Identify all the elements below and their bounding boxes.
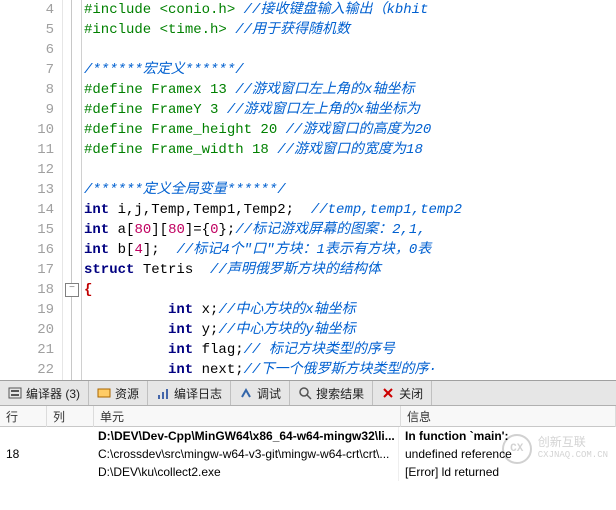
- header-unit[interactable]: 单元: [94, 406, 401, 427]
- code-line[interactable]: #include <time.h> //用于获得随机数: [84, 20, 616, 40]
- table-row[interactable]: 18C:\crossdev\src\mingw-w64-v3-git\mingw…: [0, 445, 616, 463]
- code-line[interactable]: int flag;// 标记方块类型的序号: [84, 340, 616, 360]
- code-line[interactable]: int next;//下一个俄罗斯方块类型的序·: [84, 360, 616, 380]
- tab-debug[interactable]: 调试: [231, 381, 290, 405]
- panel-rows[interactable]: D:\DEV\Dev-Cpp\MinGW64\x86_64-w64-mingw3…: [0, 427, 616, 510]
- header-line[interactable]: 行: [0, 406, 47, 427]
- debug-icon: [239, 386, 253, 400]
- code-line[interactable]: int b[4]; //标记4个"口"方块：1表示有方块，0表: [84, 240, 616, 260]
- code-area[interactable]: #include <conio.h> //接收键盘输入输出（kbhit#incl…: [82, 0, 616, 380]
- code-line[interactable]: /******宏定义******/: [84, 60, 616, 80]
- table-row[interactable]: D:\DEV\Dev-Cpp\MinGW64\x86_64-w64-mingw3…: [0, 427, 616, 445]
- header-message[interactable]: 信息: [401, 406, 616, 427]
- tab-compile-log[interactable]: 编译日志: [148, 381, 231, 405]
- code-line[interactable]: int i,j,Temp,Temp1,Temp2; //temp,temp1,t…: [84, 200, 616, 220]
- code-line[interactable]: {: [84, 280, 616, 300]
- line-number-gutter: 4567891011121314151617181920212223: [0, 0, 63, 380]
- table-row[interactable]: D:\DEV\ku\collect2.exe[Error] ld returne…: [0, 463, 616, 481]
- tab-label: 调试: [257, 385, 281, 402]
- fold-minus-icon[interactable]: −: [65, 283, 79, 297]
- tab-label: 资源: [115, 385, 139, 402]
- code-line[interactable]: struct Tetris //声明俄罗斯方块的结构体: [84, 260, 616, 280]
- panel-column-headers: 行 列 单元 信息: [0, 406, 616, 427]
- tab-label: 搜索结果: [316, 385, 364, 402]
- code-line[interactable]: #include <conio.h> //接收键盘输入输出（kbhit: [84, 0, 616, 20]
- code-line[interactable]: #define Framex 13 //游戏窗口左上角的x轴坐标: [84, 80, 616, 100]
- search-icon: [298, 386, 312, 400]
- tab-label: 编译器 (3): [26, 385, 80, 402]
- bottom-panel: 编译器 (3) 资源 编译日志 调试 搜索结果: [0, 380, 616, 510]
- code-line[interactable]: int x;//中心方块的x轴坐标: [84, 300, 616, 320]
- code-line[interactable]: /******定义全局变量******/: [84, 180, 616, 200]
- code-line[interactable]: #define Frame_width 18 //游戏窗口的宽度为18: [84, 140, 616, 160]
- code-line[interactable]: #define Frame_height 20 //游戏窗口的高度为20: [84, 120, 616, 140]
- panel-tabs: 编译器 (3) 资源 编译日志 调试 搜索结果: [0, 381, 616, 406]
- close-icon: [381, 386, 395, 400]
- tab-close[interactable]: 关闭: [373, 381, 432, 405]
- code-line[interactable]: [84, 160, 616, 180]
- tab-label: 关闭: [399, 385, 423, 402]
- resources-icon: [97, 386, 111, 400]
- fold-strip[interactable]: −: [63, 0, 82, 380]
- code-line[interactable]: [84, 40, 616, 60]
- header-col[interactable]: 列: [47, 406, 94, 427]
- tab-label: 编译日志: [174, 385, 222, 402]
- compiler-icon: [8, 386, 22, 400]
- tab-search-results[interactable]: 搜索结果: [290, 381, 373, 405]
- code-line[interactable]: int a[80][80]={0};//标记游戏屏幕的图案：2,1,: [84, 220, 616, 240]
- compilelog-icon: [156, 386, 170, 400]
- code-line[interactable]: #define FrameY 3 //游戏窗口左上角的x轴坐标为: [84, 100, 616, 120]
- tab-compiler[interactable]: 编译器 (3): [0, 381, 89, 405]
- code-line[interactable]: int y;//中心方块的y轴坐标: [84, 320, 616, 340]
- tab-resources[interactable]: 资源: [89, 381, 148, 405]
- code-editor[interactable]: 4567891011121314151617181920212223 − #in…: [0, 0, 616, 380]
